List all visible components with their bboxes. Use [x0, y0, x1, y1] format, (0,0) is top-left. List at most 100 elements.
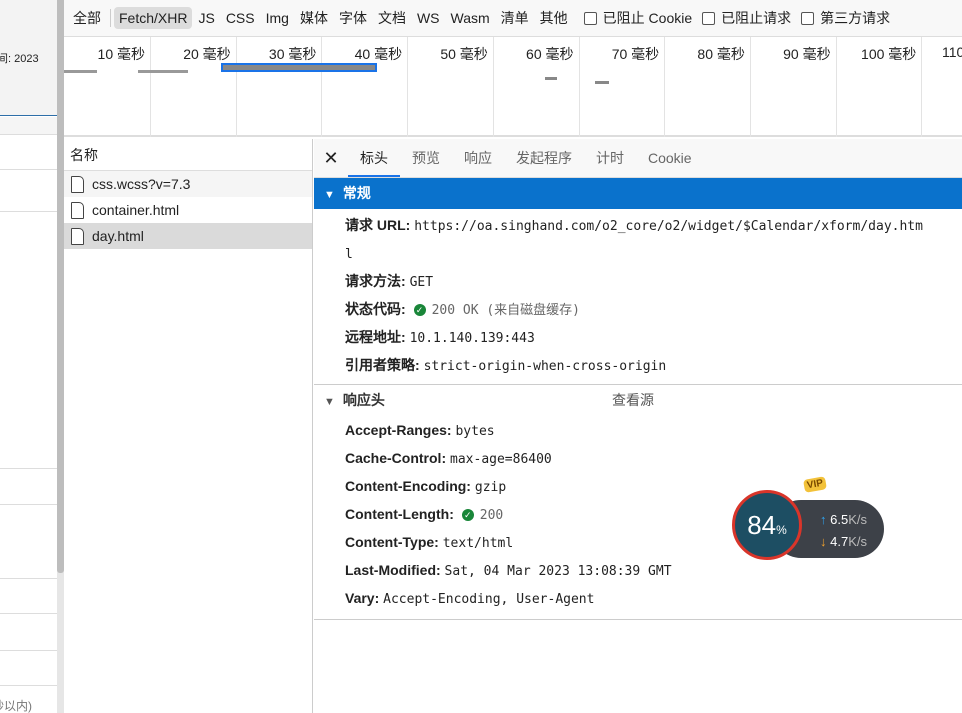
filter-0[interactable]: 全部: [68, 5, 106, 31]
header-value: l: [345, 247, 353, 262]
timeline-overview[interactable]: 10 毫秒 20 毫秒 30 毫秒 40 毫秒 50 毫秒 60 毫秒 70 毫秒 80 毫秒…: [64, 37, 962, 137]
header-key: 请求方法:: [345, 273, 406, 289]
upload-unit: K/s: [848, 512, 867, 527]
general-section-header[interactable]: ▼ 常规: [314, 178, 962, 209]
header-key: Last-Modified:: [345, 562, 441, 578]
percent-unit: %: [776, 523, 787, 537]
checkbox-2[interactable]: 第三方请求: [801, 8, 890, 28]
header-value: text/html: [442, 536, 514, 551]
checkbox-box[interactable]: [801, 11, 815, 25]
header-value: gzip: [474, 480, 507, 495]
view-source-link[interactable]: 查看源: [612, 385, 654, 416]
checkbox-box[interactable]: [702, 11, 716, 25]
waterfall-bar: [545, 77, 557, 80]
checkbox-0[interactable]: 已阻止 Cookie: [583, 8, 693, 28]
divider: [0, 468, 57, 469]
checkbox-label: 已阻止请求: [721, 10, 792, 26]
memory-gauge: 84%: [732, 490, 802, 560]
grid-line: [921, 37, 923, 137]
upload-speed: 6.5: [830, 512, 849, 527]
page-scrollbar[interactable]: [57, 0, 64, 713]
general-title: 常规: [342, 185, 371, 201]
header-value: 200: [479, 508, 504, 523]
request-name: day.html: [92, 228, 144, 244]
footer-text: 秒以内): [0, 699, 32, 713]
separator: [110, 9, 111, 27]
close-icon[interactable]: ✕: [314, 139, 348, 177]
download-arrow-icon: ↓: [820, 534, 827, 549]
filter-5[interactable]: 媒体: [295, 5, 333, 31]
filter-8[interactable]: WS: [412, 7, 445, 29]
header-value: 200 OK (来自磁盘缓存): [431, 303, 581, 318]
waterfall-bar: [64, 70, 97, 73]
tick-label: 10 毫秒: [97, 46, 145, 62]
filter-9[interactable]: Wasm: [446, 7, 495, 29]
tab-0[interactable]: 标头: [348, 139, 400, 177]
divider: [0, 169, 57, 170]
tick-label: 30 毫秒: [268, 46, 317, 62]
header-row: l: [314, 240, 962, 268]
tick-label: 110: [942, 44, 962, 60]
scrollbar-thumb[interactable]: [57, 0, 64, 573]
tick-label: 100 毫秒: [861, 46, 917, 62]
checkbox-box[interactable]: [583, 11, 597, 25]
filter-6[interactable]: 字体: [334, 5, 372, 31]
header-row: 引用者策略: strict-origin-when-cross-origin: [314, 352, 962, 380]
filter-4[interactable]: Img: [261, 7, 294, 29]
vip-badge-icon: VIP: [803, 476, 828, 493]
header-value: https://oa.singhand.com/o2_core/o2/widge…: [414, 219, 923, 234]
filter-1[interactable]: Fetch/XHR: [114, 7, 193, 29]
header-key: 请求 URL:: [345, 217, 411, 233]
checkbox-label: 第三方请求: [820, 10, 891, 26]
waterfall-bar: [221, 63, 377, 72]
request-row[interactable]: day.html: [64, 223, 312, 249]
header-row: Cache-Control: max-age=86400: [314, 445, 962, 473]
tab-1[interactable]: 预览: [400, 139, 452, 177]
tab-2[interactable]: 响应: [452, 139, 504, 177]
divider: [0, 504, 57, 505]
network-speed-widget[interactable]: VIP ↑ 6.5K/s ↓ 4.7K/s 84%: [732, 476, 884, 566]
filter-10[interactable]: 清单: [496, 5, 534, 31]
checkbox-label: 已阻止 Cookie: [602, 10, 693, 26]
header-key: 引用者策略:: [345, 357, 420, 373]
time-label: 时间: 2023: [0, 53, 39, 65]
name-column-header[interactable]: 名称: [64, 139, 312, 171]
tick-label: 80 毫秒: [697, 46, 745, 62]
divider: [0, 613, 57, 614]
tab-5[interactable]: Cookie: [636, 139, 704, 177]
request-list: 名称 css.wcss?v=7.3 container.html day.html: [64, 139, 313, 713]
tick-label: 60 毫秒: [526, 46, 574, 62]
request-name: css.wcss?v=7.3: [92, 176, 191, 192]
header-key: Vary:: [345, 590, 380, 606]
request-row[interactable]: container.html: [64, 197, 312, 223]
header-value: Sat, 04 Mar 2023 13:08:39 GMT: [444, 564, 672, 579]
request-detail-panel: ✕ 标头 预览 响应 发起程序 计时 Cookie ▼ 常规 请求 URL: https:/…: [314, 139, 962, 713]
filter-3[interactable]: CSS: [221, 7, 260, 29]
tab-4[interactable]: 计时: [584, 139, 636, 177]
header-key: 远程地址:: [345, 329, 406, 345]
header-row: 远程地址: 10.1.140.139:443: [314, 324, 962, 352]
filter-2[interactable]: JS: [193, 7, 219, 29]
request-row[interactable]: css.wcss?v=7.3: [64, 171, 312, 197]
triangle-down-icon: ▼: [324, 396, 335, 408]
tab-3[interactable]: 发起程序: [504, 139, 584, 177]
page-header: 时间: 2023: [0, 0, 57, 116]
header-value: strict-origin-when-cross-origin: [423, 359, 667, 374]
checkbox-1[interactable]: 已阻止请求: [702, 8, 791, 28]
triangle-down-icon: ▼: [324, 189, 335, 201]
header-row: Vary: Accept-Encoding, User-Agent: [314, 585, 962, 613]
header-row: 状态代码: ✓ 200 OK (来自磁盘缓存): [314, 296, 962, 324]
tick-label: 40 毫秒: [354, 46, 403, 62]
waterfall-bar: [595, 81, 609, 84]
request-name: container.html: [92, 202, 180, 218]
page-band: [0, 117, 57, 135]
waterfall-bar: [138, 70, 188, 73]
filter-11[interactable]: 其他: [535, 5, 573, 31]
filter-7[interactable]: 文档: [373, 5, 411, 31]
response-headers-section-header[interactable]: ▼ 响应头 查看源: [314, 384, 962, 415]
header-row: 请求 URL: https://oa.singhand.com/o2_core/…: [314, 212, 962, 240]
status-ok-icon: ✓: [413, 304, 426, 316]
header-value: 10.1.140.139:443: [409, 331, 535, 346]
download-speed: 4.7: [830, 534, 849, 549]
header-key: Content-Length:: [345, 506, 454, 522]
